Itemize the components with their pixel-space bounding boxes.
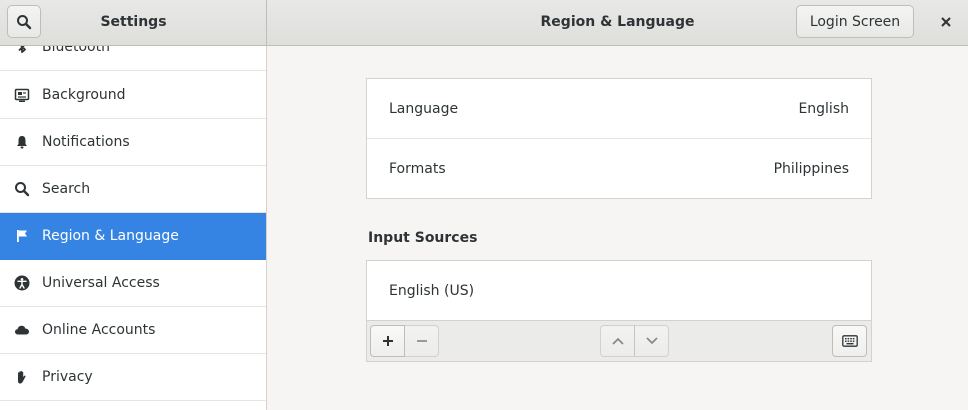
language-label: Language xyxy=(389,100,459,117)
login-screen-button[interactable]: Login Screen xyxy=(796,5,914,38)
formats-row[interactable]: Formats Philippines xyxy=(367,139,871,198)
close-button[interactable] xyxy=(931,7,961,37)
sidebar-title: Settings xyxy=(100,14,167,30)
input-source-label: English (US) xyxy=(389,282,475,299)
sidebar-item-background[interactable]: Background xyxy=(0,72,266,119)
bluetooth-icon xyxy=(14,46,30,55)
keyboard-icon xyxy=(841,335,858,347)
main-header: Region & Language Login Screen xyxy=(267,0,968,45)
language-formats-frame: Language English Formats Philippines xyxy=(366,78,872,199)
chevron-up-icon xyxy=(611,337,624,345)
bell-icon xyxy=(14,134,30,150)
header-bar: Settings Region & Language Login Screen xyxy=(0,0,968,46)
sidebar-item-label: Notifications xyxy=(42,134,130,150)
language-value: English xyxy=(798,100,849,117)
sidebar-item-search[interactable]: Search xyxy=(0,166,266,213)
sidebar-item-online-accounts[interactable]: Online Accounts xyxy=(0,307,266,354)
cloud-icon xyxy=(14,322,30,338)
sidebar-item-notifications[interactable]: Notifications xyxy=(0,119,266,166)
sidebar: Bluetooth Background Notifications Searc… xyxy=(0,46,267,410)
close-icon xyxy=(941,17,951,27)
plus-icon xyxy=(382,336,393,346)
sidebar-item-region-language[interactable]: Region & Language xyxy=(0,213,266,260)
sidebar-item-label: Universal Access xyxy=(42,275,160,291)
formats-label: Formats xyxy=(389,160,446,177)
sidebar-item-label: Search xyxy=(42,181,91,197)
sidebar-item-label: Background xyxy=(42,87,126,103)
show-keyboard-layout-button[interactable] xyxy=(832,325,867,357)
search-icon xyxy=(14,181,30,197)
move-up-button[interactable] xyxy=(600,325,635,357)
chevron-down-icon xyxy=(645,337,658,345)
formats-value: Philippines xyxy=(773,160,849,177)
sidebar-header: Settings xyxy=(0,0,267,45)
sidebar-item-label: Region & Language xyxy=(42,228,179,244)
sidebar-item-privacy[interactable]: Privacy xyxy=(0,354,266,401)
remove-input-source-button[interactable] xyxy=(404,325,439,357)
sidebar-item-universal-access[interactable]: Universal Access xyxy=(0,260,266,307)
input-sources-frame: English (US) xyxy=(366,260,872,362)
accessibility-icon xyxy=(14,275,30,291)
flag-icon xyxy=(14,228,30,244)
add-input-source-button[interactable] xyxy=(370,325,405,357)
input-source-row[interactable]: English (US) xyxy=(367,261,871,320)
main-panel: Language English Formats Philippines Inp… xyxy=(268,46,968,410)
move-down-button[interactable] xyxy=(634,325,669,357)
language-row[interactable]: Language English xyxy=(367,79,871,138)
sidebar-item-bluetooth[interactable]: Bluetooth xyxy=(0,46,266,71)
input-sources-toolbar xyxy=(367,320,871,361)
minus-icon xyxy=(416,340,427,342)
input-sources-title: Input Sources xyxy=(368,230,478,246)
background-icon xyxy=(14,87,30,103)
sidebar-item-label: Privacy xyxy=(42,369,93,385)
hand-icon xyxy=(14,369,30,385)
sidebar-item-label: Online Accounts xyxy=(42,322,156,338)
sidebar-item-label: Bluetooth xyxy=(42,46,110,55)
